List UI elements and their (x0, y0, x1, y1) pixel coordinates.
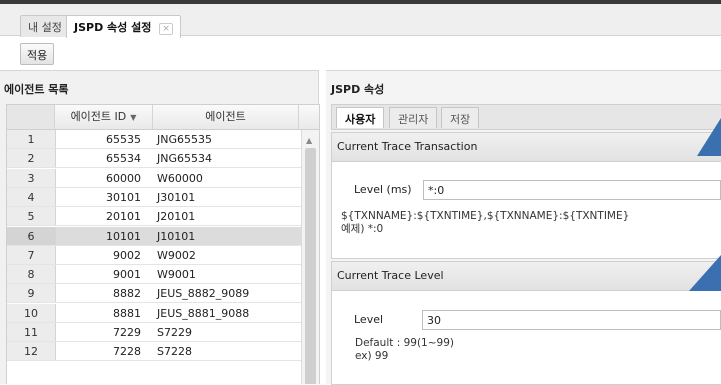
table-row[interactable]: 3 60000 W60000 (7, 168, 301, 188)
callout-arrow-icon (689, 255, 721, 291)
agent-id-cell: 65534 (106, 152, 141, 166)
tab-my-settings-label: 내 설정 (28, 21, 62, 34)
tab-my-settings[interactable]: 내 설정 (20, 15, 70, 37)
jspd-properties-title: JSPD 속성 (331, 83, 385, 96)
sort-desc-icon[interactable]: ▼ (130, 113, 136, 122)
row-number-cell: 10 (7, 303, 56, 322)
close-icon[interactable]: × (159, 23, 173, 35)
scrollbar-thumb[interactable] (305, 148, 316, 384)
trace-transaction-title: Current Trace Transaction (332, 133, 721, 162)
row-number-cell: 1 (7, 130, 56, 148)
agent-id-cell: 60000 (106, 171, 141, 185)
table-row[interactable]: 10 8881 JEUS_8881_9088 (7, 303, 301, 323)
agent-name-cell: J10101 (157, 229, 196, 243)
table-row[interactable]: 6 10101 J10101 (7, 226, 301, 246)
agent-name-cell: JEUS_8881_9088 (157, 306, 250, 320)
level-ms-input[interactable] (423, 180, 721, 200)
agent-name-cell: J20101 (157, 210, 196, 224)
agent-id-cell: 20101 (106, 210, 141, 224)
apply-button[interactable]: 적용 (20, 43, 55, 65)
table-row[interactable]: 8 9001 W9001 (7, 265, 301, 285)
tab-jspd-settings[interactable]: JSPD 속성 설정 × (66, 15, 181, 38)
agent-name-cell: S7229 (157, 326, 192, 339)
table-row[interactable]: 2 65534 JNG65534 (7, 149, 301, 169)
row-number-cell: 5 (7, 207, 56, 226)
trace-level-title: Current Trace Level (332, 262, 721, 291)
row-number-cell: 12 (7, 342, 56, 361)
agent-name-cell: JNG65535 (157, 133, 212, 146)
agent-id-cell: 10101 (106, 229, 141, 243)
table-row[interactable]: 7 9002 W9002 (7, 245, 301, 265)
agent-name-cell: S7228 (157, 345, 192, 359)
table-row[interactable]: 12 7228 S7228 (7, 342, 301, 362)
table-row[interactable]: 5 20101 J20101 (7, 207, 301, 227)
level-label: Level (354, 313, 384, 326)
trace-transaction-hint: ${TXNNAME}:${TXNTIME},${TXNNAME}:${TXNTI… (341, 210, 630, 235)
row-number-cell: 2 (7, 149, 56, 168)
agent-list-title: 에이전트 목록 (4, 83, 69, 96)
row-number-cell: 11 (7, 323, 56, 341)
row-number-cell: 6 (7, 226, 56, 245)
column-header-agent-id-label: 에이전트 ID (70, 110, 127, 123)
trace-level-hint: Default : 99(1~99) ex) 99 (355, 337, 454, 362)
callout-arrow-icon (697, 118, 721, 156)
row-number-cell: 3 (7, 168, 56, 187)
tab-admin[interactable]: 관리자 (389, 107, 438, 128)
row-number-cell: 7 (7, 245, 56, 264)
column-header-agent-id[interactable]: 에이전트 ID ▼ (55, 105, 153, 129)
row-number-cell: 4 (7, 187, 56, 206)
table-row[interactable]: 1 65535 JNG65535 (7, 130, 301, 149)
agent-id-cell: 30101 (106, 190, 141, 204)
tab-bar: 내 설정 JSPD 속성 설정 × (0, 4, 721, 38)
agent-id-cell: 65535 (106, 133, 141, 146)
tab-user[interactable]: 사용자 (336, 107, 385, 128)
table-row[interactable]: 9 8882 JEUS_8882_9089 (7, 284, 301, 304)
level-input[interactable] (422, 310, 721, 330)
tab-jspd-settings-label: JSPD 속성 설정 (74, 21, 152, 34)
agent-id-cell: 9002 (113, 248, 141, 262)
agent-id-cell: 8882 (113, 287, 141, 301)
agent-id-cell: 9001 (113, 268, 141, 282)
agent-name-cell: JEUS_8882_9089 (157, 287, 250, 301)
row-number-cell: 9 (7, 284, 56, 303)
agent-name-cell: W9001 (157, 268, 196, 282)
row-number-cell: 8 (7, 265, 56, 284)
tab-save[interactable]: 저장 (441, 107, 480, 128)
row-number-header (7, 105, 55, 129)
agent-name-cell: J30101 (157, 190, 196, 204)
scroll-up-icon[interactable]: ▲ (306, 136, 312, 145)
agent-table: 에이전트 ID ▼ 에이전트 1 65535 JNG65535 2 65534 JNG655… (6, 104, 320, 384)
column-header-agent[interactable]: 에이전트 (153, 105, 299, 129)
agent-id-cell: 8881 (113, 306, 141, 320)
table-row[interactable]: 4 30101 J30101 (7, 187, 301, 207)
table-row[interactable]: 11 7229 S7229 (7, 323, 301, 342)
agent-id-cell: 7229 (113, 326, 141, 339)
agent-name-cell: W60000 (157, 171, 203, 185)
agent-name-cell: JNG65534 (157, 152, 212, 166)
agent-id-cell: 7228 (113, 345, 141, 359)
agent-name-cell: W9002 (157, 248, 196, 262)
vertical-scrollbar[interactable]: ▲ (301, 130, 319, 384)
level-ms-label: Level (ms) (354, 183, 412, 196)
table-header: 에이전트 ID ▼ 에이전트 (7, 105, 319, 130)
jspd-subtab-bar: 사용자 관리자 저장 (331, 104, 721, 130)
